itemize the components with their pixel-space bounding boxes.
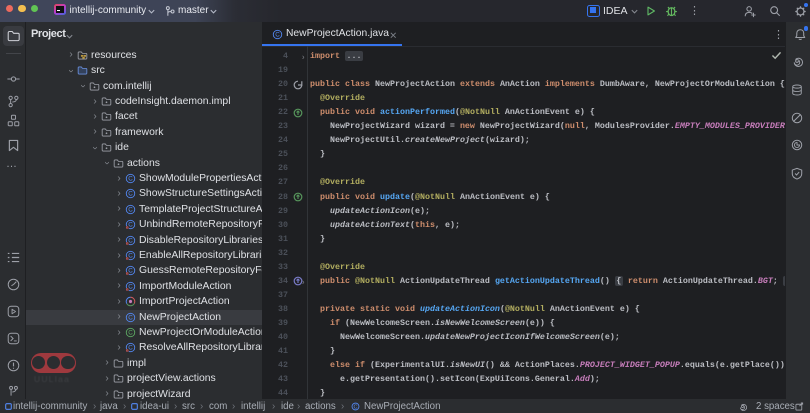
svg-text:C: C (128, 191, 133, 198)
svg-text:C: C (128, 207, 133, 214)
svg-text:C: C (275, 31, 280, 38)
svg-text:C: C (354, 404, 358, 410)
svg-text:C: C (128, 176, 133, 183)
svg-text:C: C (128, 314, 133, 321)
svg-text:C: C (128, 330, 133, 337)
